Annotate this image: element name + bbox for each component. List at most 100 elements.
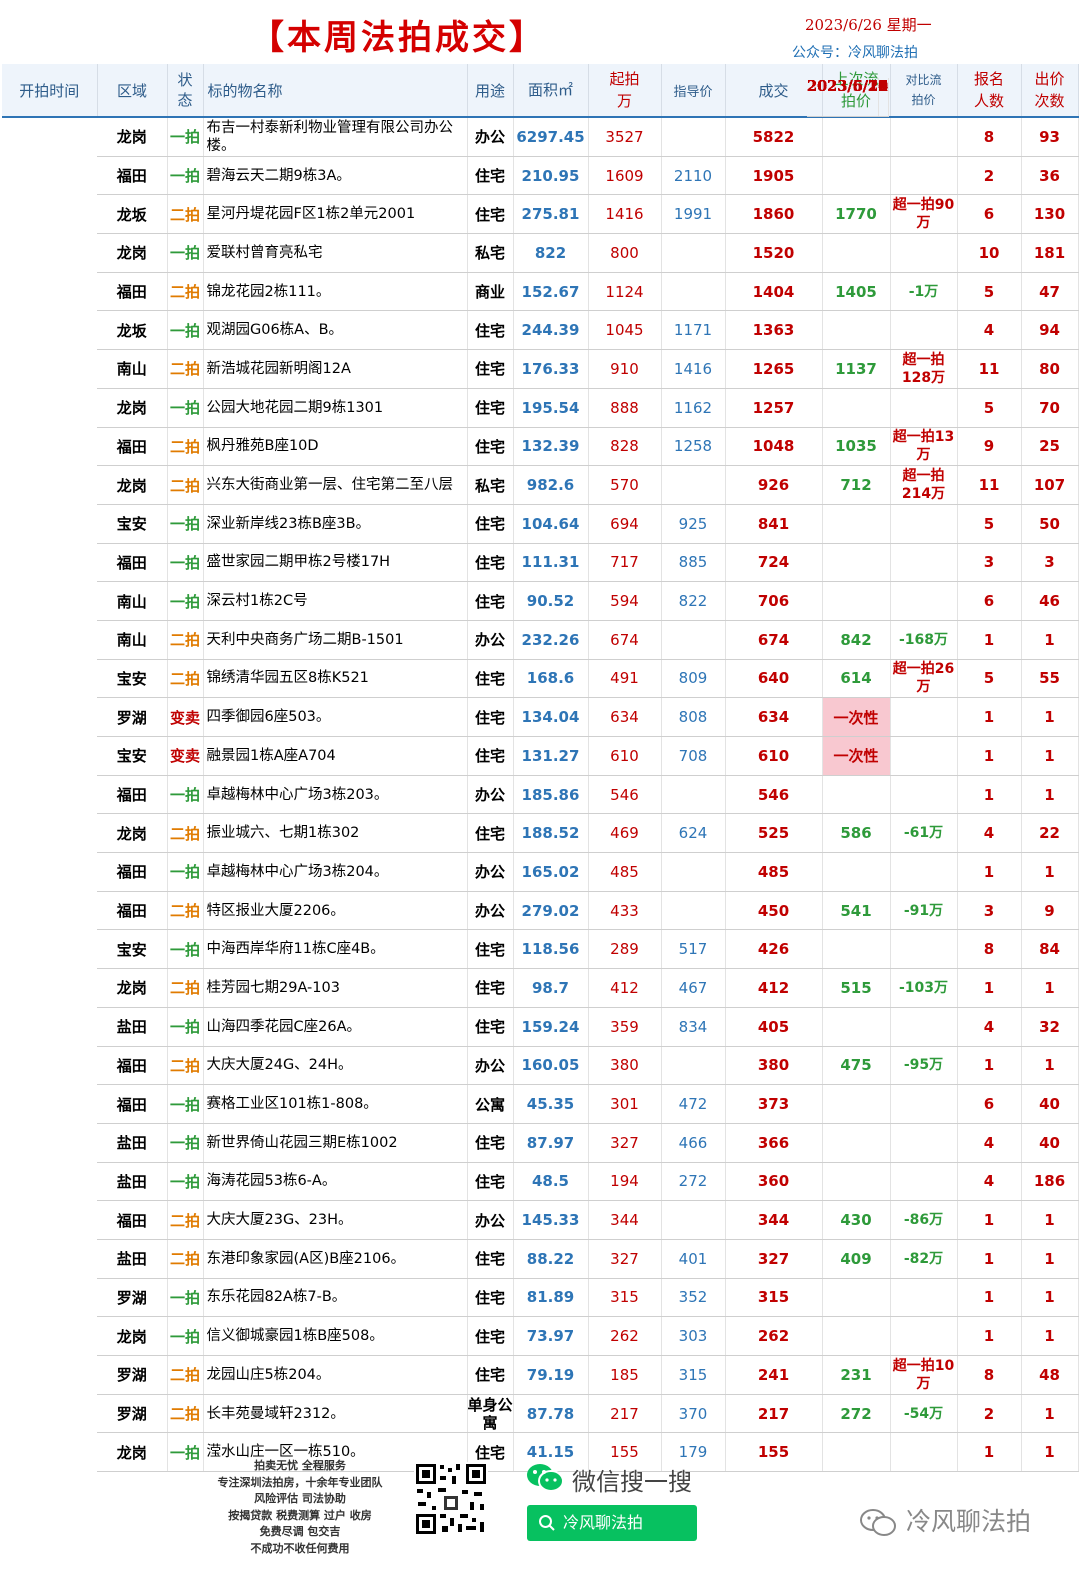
cell-compare: 超一拍10万 xyxy=(890,1355,958,1395)
cell-signups: 5 xyxy=(957,659,1022,699)
cell-status: 二拍 xyxy=(167,1046,204,1086)
cell-signups: 8 xyxy=(957,117,1022,157)
cell-region: 南山 xyxy=(97,349,168,389)
cell-compare: -82万 xyxy=(890,1239,958,1279)
cell-region: 龙岗 xyxy=(97,388,168,428)
cell-guide xyxy=(661,465,726,505)
cell-area: 98.7 xyxy=(513,968,589,1008)
cell-usage: 住宅 xyxy=(467,1316,514,1356)
cell-status: 二拍 xyxy=(167,1200,204,1240)
table-row: 2023/6/25 福田 一拍 卓越梅林中心广场3栋204。 办公 165.02 485 48… xyxy=(2,78,1079,892)
cell-usage: 住宅 xyxy=(467,194,514,235)
cell-region: 盐田 xyxy=(97,1007,168,1047)
cell-bids: 84 xyxy=(1021,929,1079,970)
cell-compare xyxy=(890,1278,958,1318)
wechat-brand-icon xyxy=(860,1509,896,1536)
cell-area: 88.22 xyxy=(513,1239,589,1279)
cell-prev: 541 xyxy=(822,891,891,931)
cell-name: 大庆大厦24G、24H。 xyxy=(203,1046,468,1086)
brand-watermark: 冷风聊法拍 xyxy=(858,1502,1031,1539)
cell-guide: 467 xyxy=(661,968,726,1008)
cell-prev xyxy=(822,1084,891,1124)
cell-compare xyxy=(890,388,958,428)
cell-region: 盐田 xyxy=(97,1162,168,1202)
cell-area: 279.02 xyxy=(513,891,589,931)
cell-deal: 366 xyxy=(725,1123,823,1163)
cell-signups: 11 xyxy=(957,465,1022,505)
cell-compare: 超一拍214万 xyxy=(890,465,958,505)
cell-guide: 925 xyxy=(661,504,726,544)
cell-compare: -95万 xyxy=(890,1046,958,1086)
wechat-search-button[interactable]: 冷风聊法拍 xyxy=(527,1505,697,1541)
cell-bids: 1 xyxy=(1021,736,1079,776)
table-row: 2023/6/19 宝安 一拍 深业新岸线23栋B座3B。 住宅 104.64 694 925… xyxy=(2,78,1079,544)
cell-area: 6297.45 xyxy=(513,117,589,157)
cell-area: 134.04 xyxy=(513,697,589,737)
cell-start: 262 xyxy=(588,1316,662,1356)
cell-guide xyxy=(661,620,726,660)
col-compare: 对比流拍价 xyxy=(890,64,958,118)
cell-area: 87.78 xyxy=(513,1394,589,1434)
ad-line: 拍卖无忧 全程服务 xyxy=(254,1459,346,1472)
cell-area: 232.26 xyxy=(513,620,589,660)
cell-status: 一拍 xyxy=(167,581,204,621)
cell-signups: 3 xyxy=(957,891,1022,931)
table-row: 2023/6/19 罗湖 二拍 龙园山庄5栋204。 住宅 79.19 185 315 241 2… xyxy=(2,78,1079,1395)
cell-signups: 11 xyxy=(957,349,1022,389)
cell-guide: 2110 xyxy=(661,156,726,196)
cell-region: 福田 xyxy=(97,891,168,931)
cell-signups: 1 xyxy=(957,852,1022,892)
cell-area: 152.67 xyxy=(513,272,589,312)
cell-guide xyxy=(661,117,726,157)
cell-guide: 822 xyxy=(661,581,726,621)
cell-deal: 344 xyxy=(725,1200,823,1240)
cell-area: 73.97 xyxy=(513,1316,589,1356)
page-title: 【本周法拍成交】 xyxy=(250,18,546,58)
cell-name: 枫丹雅苑B座10D xyxy=(203,427,468,467)
cell-compare xyxy=(890,775,958,815)
cell-deal: 1860 xyxy=(725,194,823,235)
cell-usage: 住宅 xyxy=(467,427,514,467)
cell-deal: 724 xyxy=(725,543,823,583)
cell-bids: 1 xyxy=(1021,1278,1079,1318)
cell-compare: -103万 xyxy=(890,968,958,1008)
cell-name: 公园大地花园二期9栋1301 xyxy=(203,388,468,428)
cell-region: 福田 xyxy=(97,156,168,196)
cell-signups: 1 xyxy=(957,1278,1022,1318)
cell-guide: 466 xyxy=(661,1123,726,1163)
cell-area: 48.5 xyxy=(513,1162,589,1202)
cell-start: 301 xyxy=(588,1084,662,1124)
cell-status: 一拍 xyxy=(167,1007,204,1047)
cell-usage: 办公 xyxy=(467,1046,514,1086)
cell-status: 二拍 xyxy=(167,1394,204,1434)
search-label: 冷风聊法拍 xyxy=(563,1513,644,1532)
cell-status: 一拍 xyxy=(167,233,204,273)
cell-compare xyxy=(890,581,958,621)
cell-signups: 9 xyxy=(957,427,1022,467)
cell-deal: 450 xyxy=(725,891,823,931)
cell-region: 福田 xyxy=(97,272,168,312)
cell-bids: 1 xyxy=(1021,1316,1079,1356)
cell-deal: 1404 xyxy=(725,272,823,312)
cell-guide: 352 xyxy=(661,1278,726,1318)
cell-name: 兴东大街商业第一层、住宅第二至八层 xyxy=(203,465,468,505)
table-row: 2023/6/19 福田 一拍 赛格工业区101栋1-808。 公寓 45.35 301 47… xyxy=(2,78,1079,1124)
cell-start: 491 xyxy=(588,659,662,699)
cell-name: 锦龙花园2栋111。 xyxy=(203,272,468,312)
cell-guide: 401 xyxy=(661,1239,726,1279)
cell-start: 1045 xyxy=(588,310,662,351)
cell-status: 二拍 xyxy=(167,349,204,389)
cell-bids: 1 xyxy=(1021,852,1079,892)
cell-signups: 1 xyxy=(957,620,1022,660)
cell-start: 194 xyxy=(588,1162,662,1202)
cell-region: 龙岗 xyxy=(97,465,168,505)
cell-name: 四季御园6座503。 xyxy=(203,697,468,737)
cell-signups: 10 xyxy=(957,233,1022,273)
cell-compare xyxy=(890,117,958,157)
cell-deal: 634 xyxy=(725,697,823,737)
cell-guide: 315 xyxy=(661,1355,726,1395)
cell-region: 福田 xyxy=(97,1200,168,1240)
cell-start: 3527 xyxy=(588,117,662,157)
table-row: 2023/6/24 南山 二拍 天利中央商务广场二期B-1501 办公 232.26 674… xyxy=(2,78,1079,660)
cell-area: 244.39 xyxy=(513,310,589,351)
